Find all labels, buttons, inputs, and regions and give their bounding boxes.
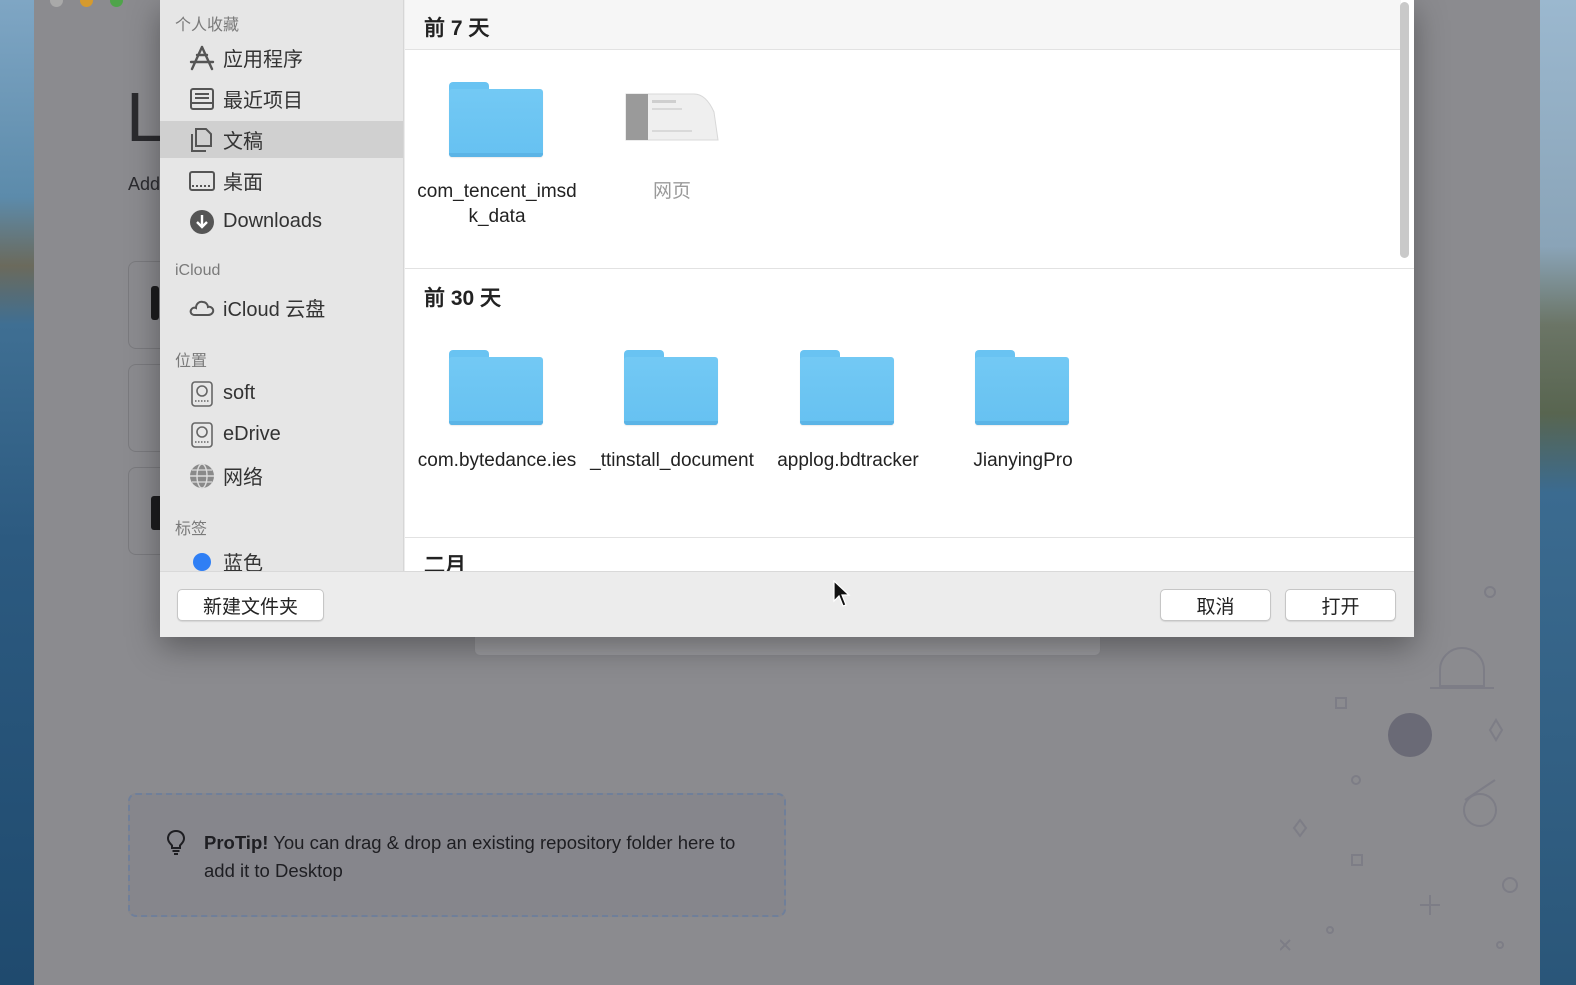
- disk-icon: [191, 422, 213, 448]
- sidebar-item-label: 桌面: [223, 172, 263, 194]
- vertical-scrollbar[interactable]: [1400, 2, 1409, 258]
- dialog-sidebar: 个人收藏 应用程序 最近项目 文稿 桌面 Downloads iCloud iC…: [160, 0, 404, 571]
- file-browser: 前 7 天 com_tencent_imsdk_data 网页 前 30 天 c…: [405, 0, 1414, 571]
- desktop-wallpaper-left: [0, 0, 34, 985]
- sidebar-heading-tags: 标签: [175, 521, 208, 538]
- file-name: 网页: [652, 181, 691, 202]
- file-name: com.bytedance.ies: [417, 450, 577, 471]
- file-item-folder[interactable]: com_tencent_imsdk_data: [415, 82, 579, 232]
- file-item-document[interactable]: 网页: [590, 82, 754, 232]
- folder-icon: [449, 82, 543, 158]
- folder-icon: [624, 350, 718, 426]
- sidebar-item-label: soft: [223, 382, 256, 404]
- protip-dropzone[interactable]: ProTip! You can drag & drop an existing …: [128, 793, 786, 917]
- group-title: 前 30 天: [424, 287, 502, 310]
- protip-message: You can drag & drop an existing reposito…: [204, 832, 736, 881]
- mouse-cursor-icon: [833, 580, 851, 607]
- sidebar-heading-locations: 位置: [175, 353, 208, 370]
- downloads-icon: [190, 210, 214, 234]
- sidebar-item-documents[interactable]: 文稿: [160, 121, 403, 158]
- network-icon: [190, 463, 214, 489]
- recents-icon: [190, 88, 214, 110]
- card-icon: [151, 286, 159, 320]
- new-folder-button[interactable]: 新建文件夹: [177, 589, 324, 621]
- sidebar-item-icloud-drive[interactable]: iCloud 云盘: [160, 289, 403, 326]
- group-divider: [405, 537, 1414, 538]
- sidebar-item-label: 蓝色: [223, 553, 263, 571]
- blue-tag-icon: [193, 553, 211, 571]
- minimize-window-button[interactable]: [80, 0, 93, 7]
- desktop-icon: [189, 171, 215, 191]
- sidebar-item-desktop[interactable]: 桌面: [160, 162, 403, 199]
- group-header: 前 7 天: [405, 0, 1401, 50]
- sidebar-item-label: Downloads: [223, 210, 322, 232]
- sidebar-item-label: 应用程序: [223, 49, 303, 71]
- lightbulb-icon: [166, 829, 186, 855]
- documents-icon: [191, 128, 212, 152]
- protip-label: ProTip!: [204, 832, 269, 853]
- sidebar-item-label: 网络: [223, 467, 263, 489]
- sidebar-item-soft[interactable]: soft: [160, 375, 403, 412]
- sidebar-item-label: eDrive: [223, 423, 281, 445]
- protip-text: ProTip! You can drag & drop an existing …: [204, 829, 764, 885]
- applications-icon: [189, 45, 215, 71]
- folder-icon: [449, 350, 543, 426]
- file-item-folder[interactable]: _ttinstall_document: [590, 350, 754, 500]
- disk-icon: [191, 381, 213, 407]
- sidebar-item-label: iCloud 云盘: [223, 299, 326, 321]
- file-name: com_tencent_imsdk_data: [417, 181, 577, 227]
- webpage-document-icon: [625, 93, 719, 141]
- file-name: _ttinstall_document: [590, 450, 754, 471]
- folder-icon: [975, 350, 1069, 426]
- zoom-window-button[interactable]: [110, 0, 123, 7]
- sidebar-heading-icloud: iCloud: [175, 262, 221, 279]
- sidebar-item-label: 最近项目: [223, 90, 303, 112]
- close-window-button[interactable]: [50, 0, 63, 7]
- file-item-folder[interactable]: JianyingPro: [941, 350, 1105, 500]
- group-title: 前 7 天: [424, 17, 490, 40]
- sidebar-item-network[interactable]: 网络: [160, 457, 403, 494]
- sidebar-item-applications[interactable]: 应用程序: [160, 39, 403, 76]
- icloud-drive-icon: [189, 300, 215, 316]
- sidebar-item-downloads[interactable]: Downloads: [160, 203, 403, 240]
- open-button[interactable]: 打开: [1285, 589, 1396, 621]
- dialog-footer: 新建文件夹 取消 打开: [160, 571, 1414, 637]
- sidebar-item-tag-blue[interactable]: 蓝色: [160, 543, 403, 571]
- desktop-wallpaper-right: [1540, 0, 1576, 985]
- cancel-button[interactable]: 取消: [1160, 589, 1271, 621]
- file-name: applog.bdtracker: [777, 450, 919, 471]
- file-item-folder[interactable]: applog.bdtracker: [766, 350, 930, 500]
- sidebar-item-edrive[interactable]: eDrive: [160, 416, 403, 453]
- page-subtitle-fragment: Add: [128, 174, 161, 194]
- sidebar-heading-favorites: 个人收藏: [175, 17, 240, 34]
- group-title: 二月: [424, 554, 466, 571]
- folder-icon: [800, 350, 894, 426]
- sidebar-item-label: 文稿: [223, 131, 263, 153]
- file-item-folder[interactable]: com.bytedance.ies: [415, 350, 579, 500]
- open-file-dialog: 个人收藏 应用程序 最近项目 文稿 桌面 Downloads iCloud iC…: [160, 0, 1414, 637]
- file-name: JianyingPro: [973, 450, 1073, 471]
- sidebar-item-recents[interactable]: 最近项目: [160, 80, 403, 117]
- group-divider: [405, 268, 1414, 269]
